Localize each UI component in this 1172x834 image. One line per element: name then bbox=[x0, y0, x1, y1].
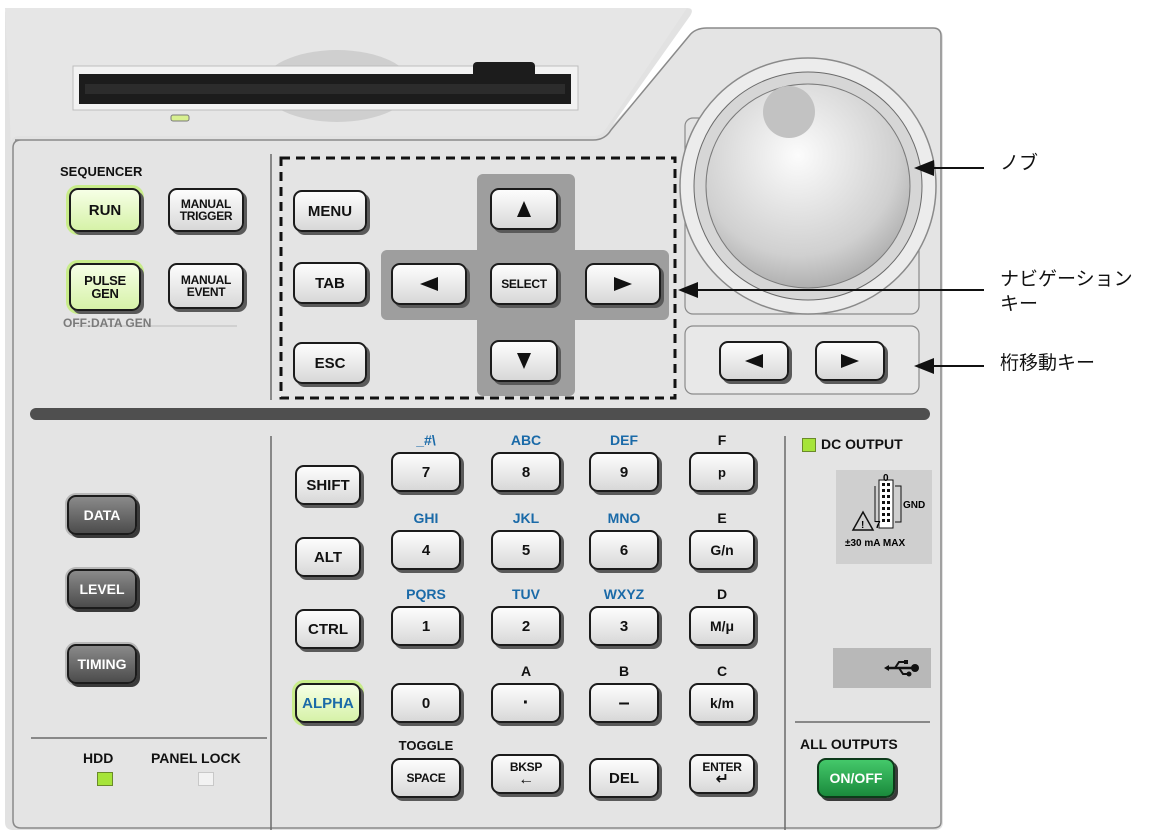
navigation-keys-callout-line2: キー bbox=[1000, 293, 1039, 315]
callout-arrows bbox=[678, 160, 984, 374]
navigation-keys-callout-line1: ナビゲーション bbox=[1000, 268, 1133, 290]
digit-shift-keys-callout: 桁移動キー bbox=[1000, 352, 1096, 374]
knob-callout: ノブ bbox=[1000, 152, 1039, 174]
